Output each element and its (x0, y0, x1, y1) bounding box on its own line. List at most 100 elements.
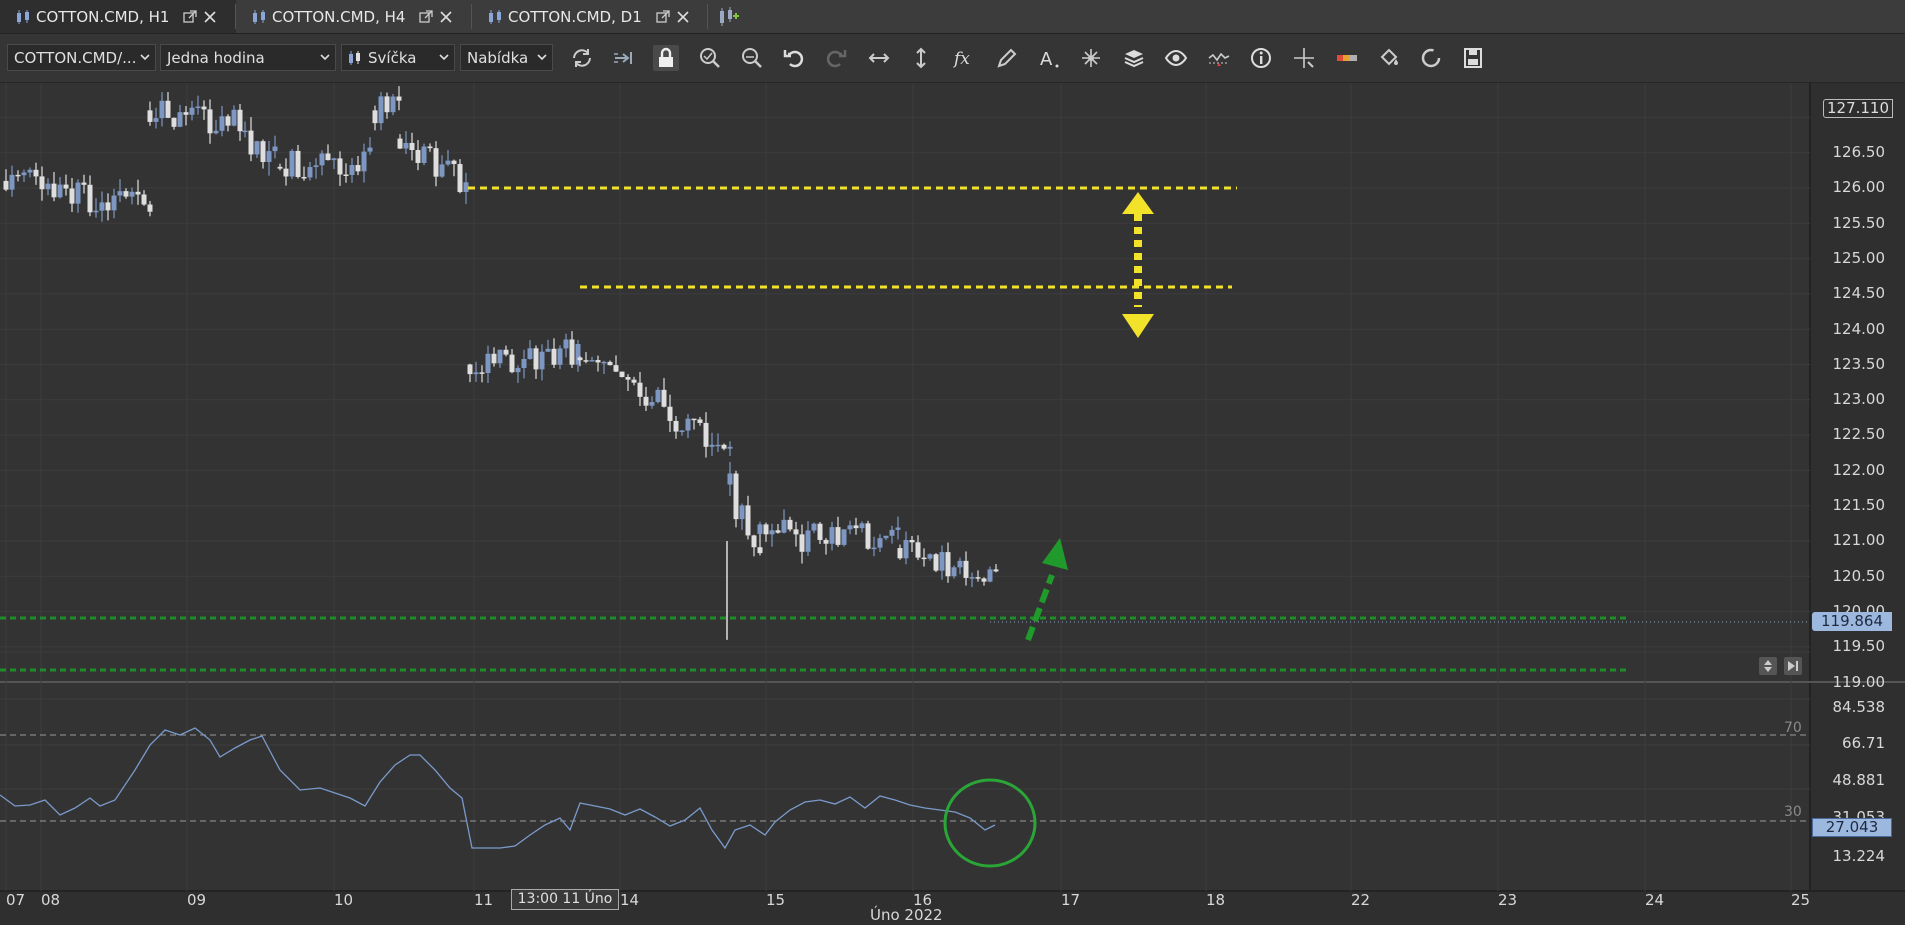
candle (733, 473, 739, 520)
candle (739, 505, 745, 520)
candle (637, 382, 643, 397)
candle (129, 191, 135, 197)
candle (231, 109, 237, 126)
candle (63, 184, 69, 189)
layers-button[interactable] (1121, 45, 1147, 71)
candle (589, 360, 595, 362)
tab-cotton-h1[interactable]: COTTON.CMD, H1 (0, 0, 236, 33)
chart-type-value: Svíčka (368, 48, 417, 67)
candle (343, 174, 349, 176)
svg-text:A: A (1040, 49, 1053, 70)
time-tick-label: 23 (1498, 891, 1518, 909)
candle (491, 353, 497, 364)
vertical-resize-button[interactable] (908, 45, 934, 71)
add-chart-button[interactable] (716, 0, 746, 33)
tab-cotton-h4[interactable]: COTTON.CMD, H4 (236, 0, 472, 33)
instrument-select[interactable]: COTTON.CMD/... (7, 44, 156, 71)
candle (727, 446, 733, 449)
horizontal-resize-icon (868, 53, 890, 63)
popout-icon[interactable] (419, 9, 434, 24)
close-icon[interactable] (203, 10, 217, 24)
candle (545, 348, 551, 352)
candle (457, 164, 463, 193)
close-icon[interactable] (439, 10, 453, 24)
chevron-down-icon (439, 54, 449, 61)
lock-button[interactable] (653, 45, 679, 71)
text-tool-button[interactable]: A (1036, 45, 1062, 71)
candle (361, 151, 367, 172)
candle (703, 422, 709, 447)
candle (829, 527, 835, 544)
candle (577, 357, 583, 361)
candle (451, 160, 457, 165)
candle (889, 529, 895, 536)
vertical-resize-icon (916, 47, 926, 69)
save-button[interactable] (1460, 45, 1486, 71)
color-scheme-button[interactable] (1334, 45, 1360, 71)
paint-bucket-button[interactable] (1376, 45, 1402, 71)
close-icon[interactable] (676, 10, 690, 24)
candle (283, 168, 289, 177)
popout-icon[interactable] (183, 9, 198, 24)
candle (433, 148, 439, 177)
candle (607, 361, 613, 366)
candle (951, 567, 957, 577)
candle (81, 182, 87, 185)
eye-button[interactable] (1163, 45, 1189, 71)
chart-overlay-button[interactable] (1206, 45, 1232, 71)
candle (643, 396, 649, 406)
zoom-out-button[interactable] (739, 45, 765, 71)
chevron-down-icon (140, 54, 150, 61)
zoom-in-button[interactable] (697, 45, 723, 71)
candle (981, 578, 987, 582)
candle (865, 523, 871, 549)
scroll-to-end-button[interactable] (1784, 657, 1802, 675)
candle (479, 372, 485, 374)
pencil-draw-button[interactable] (994, 45, 1020, 71)
candle (254, 141, 260, 155)
price-tick-label: 122.50 (1832, 425, 1886, 444)
info-button[interactable] (1248, 45, 1274, 71)
candle (685, 418, 691, 431)
price-tick-label: 121.00 (1832, 531, 1886, 550)
candle (793, 529, 799, 535)
undo-button[interactable] (781, 45, 807, 71)
candle (213, 130, 219, 134)
info-icon (1251, 48, 1271, 68)
objects-button[interactable] (1078, 45, 1104, 71)
price-chart[interactable] (0, 83, 1905, 925)
price-tick-label: 119.00 (1832, 672, 1886, 691)
time-tick-label: 08 (41, 891, 61, 909)
chart-type-select[interactable]: Svíčka (341, 44, 455, 71)
horizontal-resize-button[interactable] (866, 45, 892, 71)
candle (551, 348, 557, 365)
candle (691, 418, 697, 421)
price-tick-label: 119.50 (1832, 637, 1886, 656)
scale-toggle-button[interactable] (1759, 657, 1777, 675)
refresh-button[interactable] (569, 45, 595, 71)
tab-cotton-d1[interactable]: COTTON.CMD, D1 (472, 0, 708, 33)
candle (33, 169, 39, 177)
candle (757, 547, 763, 554)
popout-icon[interactable] (656, 9, 670, 24)
fx-indicator-button[interactable]: fx (951, 45, 977, 71)
candle (631, 379, 637, 383)
time-tick-label: 25 (1791, 891, 1811, 909)
rsi-current-value-box: 27.043 (1812, 818, 1892, 837)
candle (993, 569, 999, 572)
redo-button[interactable] (823, 45, 849, 71)
candle (289, 150, 295, 177)
candle (667, 406, 673, 421)
period-select[interactable]: Jedna hodina (160, 44, 336, 71)
zoom-in-icon (700, 48, 720, 68)
candle (515, 368, 521, 373)
price-tick-label: 125.00 (1832, 248, 1886, 267)
candle (165, 100, 171, 118)
crosshair-button[interactable] (1291, 45, 1317, 71)
candle (533, 348, 539, 370)
auto-shift-button[interactable] (611, 45, 637, 71)
price-side-select[interactable]: Nabídka (460, 44, 553, 71)
loading-button[interactable] (1418, 45, 1444, 71)
candle (9, 174, 15, 190)
rsi-tick-label: 66.71 (1842, 734, 1885, 752)
